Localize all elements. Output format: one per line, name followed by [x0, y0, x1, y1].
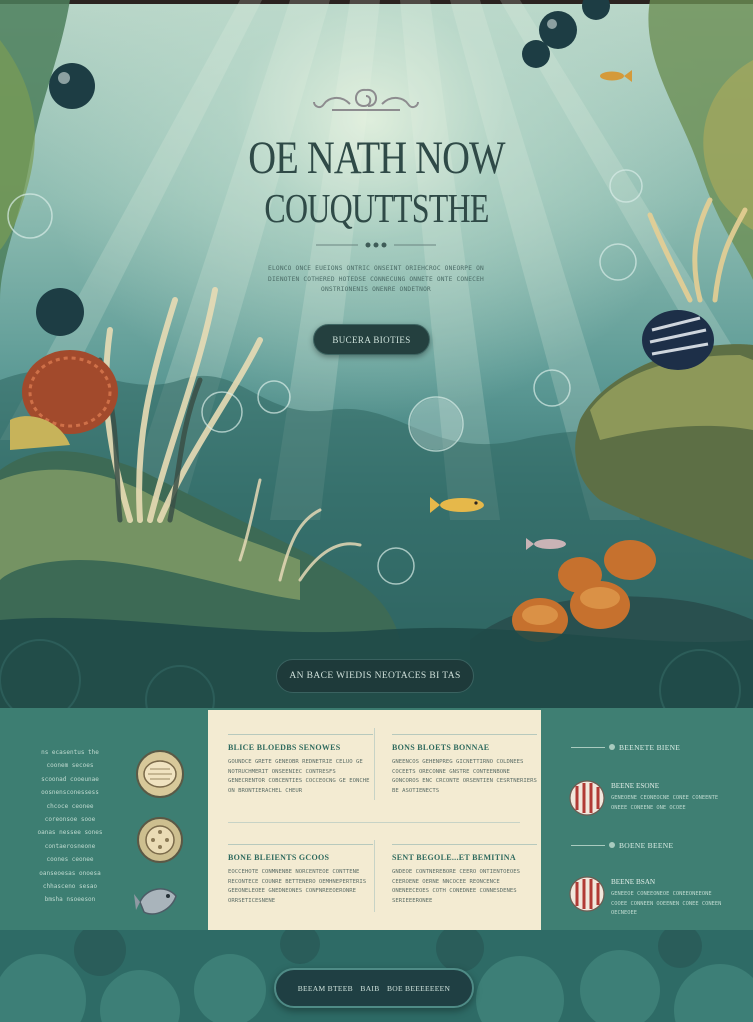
card-body: GOUNDCE GRETE GENEOBR REDNETRIE CELUO GE…: [228, 759, 370, 794]
striped-shell-icon: [569, 876, 605, 912]
content-band: ns ecasentus the coonem secoes scoonad c…: [0, 708, 753, 930]
left-line: oanseoesas onoesa: [39, 869, 101, 877]
fish-icon: [134, 888, 177, 915]
card-title: BLICE BLOEDBS SENOWES: [228, 743, 341, 752]
left-line: scoonad cooeunae: [41, 775, 99, 783]
footer-nav-link[interactable]: BOE BEEEEEEEN: [387, 984, 450, 993]
card-divider: [228, 822, 520, 823]
info-card: BLICE BLOEDBS SENOWES GOUNDCE GRETE GENE…: [228, 734, 373, 796]
left-line: bmsha nsoeeson: [44, 896, 96, 904]
ornament-icon: [313, 88, 419, 111]
right-item: BEENE ESONE GENEOENE CEONEOCNE CONEE CON…: [611, 782, 723, 813]
card-rule: [392, 734, 537, 735]
left-line: coreonsoe sooe: [44, 816, 96, 824]
right-item-body: GENEOENE CEONEOCNE CONEE CONEENTE ONEEE …: [611, 795, 719, 811]
left-line: chcoce ceonee: [46, 802, 94, 810]
hero-title: OE NATH NOW: [248, 132, 505, 184]
card-body: GNEENCOS GEHENPREG GICNETTIRNO COLDNEES …: [392, 759, 537, 794]
card-rule: [228, 844, 373, 845]
card-body: EOCCEHOTE CONMNENBE NORCENTEOE CONTTENE …: [228, 869, 367, 904]
footer: BEEAM BTEEB BAIB BOE BEEEEEEEN: [0, 930, 753, 1022]
info-card: BONS BLOETS BONNAE GNEENCOS GEHENPREG GI…: [392, 734, 537, 796]
right-panel: BEENETE BIENE BEENE ESONE GENEOENE CEONE…: [541, 708, 753, 930]
hero-cta-button[interactable]: BUCERA BIOTIES: [313, 324, 430, 355]
hero-subtitle: COUQUTTSTHE: [264, 185, 489, 231]
footer-nav-link[interactable]: BEEAM BTEEB: [298, 984, 353, 993]
left-panel-text: ns ecasentus the coonem secoes scoonad c…: [20, 746, 120, 907]
left-line: coonem secoes: [46, 762, 94, 770]
card-body: GNDEOE CONTNEREBORE CEERO ONTIENTOEOES C…: [392, 869, 520, 904]
right-item-title: BEENE BSAN: [611, 878, 656, 886]
hero-section: OE NATH NOW COUQUTTSTHE ELONCO ONCE EUEI…: [0, 0, 753, 708]
right-item: BEENE BSAN GENEEOE CONEEONEOE CONEEONEEO…: [611, 878, 723, 919]
ornamental-divider: [316, 242, 436, 248]
card-rule: [392, 844, 537, 845]
left-line: oosnensconessess: [41, 789, 99, 797]
info-card: SENT BEGOLE...ET BEMITINA GNDEOE CONTNER…: [392, 844, 537, 906]
hero-bottom-button[interactable]: AN BACE WIEDIS NEOTACES BI TAS: [276, 659, 474, 693]
footer-nav: BEEAM BTEEB BAIB BOE BEEEEEEEN: [274, 968, 474, 1008]
right-item-title: BEENE ESONE: [611, 782, 660, 790]
left-line: oanas nessee sones: [37, 829, 103, 837]
sand-dollar-icon: [137, 817, 183, 863]
cards-panel: BLICE BLOEDBS SENOWES GOUNDCE GRETE GENE…: [208, 710, 541, 930]
card-title: BONE BLEIENTS GCOOS: [228, 853, 330, 862]
right-section-heading: BEENETE BIENE: [571, 740, 680, 754]
left-line: coones ceonee: [46, 856, 94, 864]
left-line: contaerosneone: [44, 842, 96, 850]
card-title: BONS BLOETS BONNAE: [392, 743, 490, 752]
info-card: BONE BLEIENTS GCOOS EOCCEHOTE CONMNENBE …: [228, 844, 373, 906]
hero-description: ELONCO ONCE EUEIONS ONTRIC ONSEINT ORIEH…: [268, 265, 484, 293]
card-divider: [374, 840, 375, 912]
right-section-heading: BOENE BEENE: [571, 838, 673, 852]
clam-shell-icon: [136, 750, 184, 798]
footer-nav-link[interactable]: BAIB: [360, 984, 379, 993]
right-item-body: GENEEOE CONEEONEOE CONEEONEEONE COOEE CO…: [611, 891, 722, 916]
card-title: SENT BEGOLE...ET BEMITINA: [392, 853, 516, 862]
card-rule: [228, 734, 373, 735]
card-divider: [374, 728, 375, 800]
left-panel: ns ecasentus the coonem secoes scoonad c…: [0, 708, 208, 930]
left-line: ns ecasentus the: [41, 749, 99, 756]
left-line: chhasceno sesao: [42, 883, 98, 891]
striped-shell-icon: [569, 780, 605, 816]
